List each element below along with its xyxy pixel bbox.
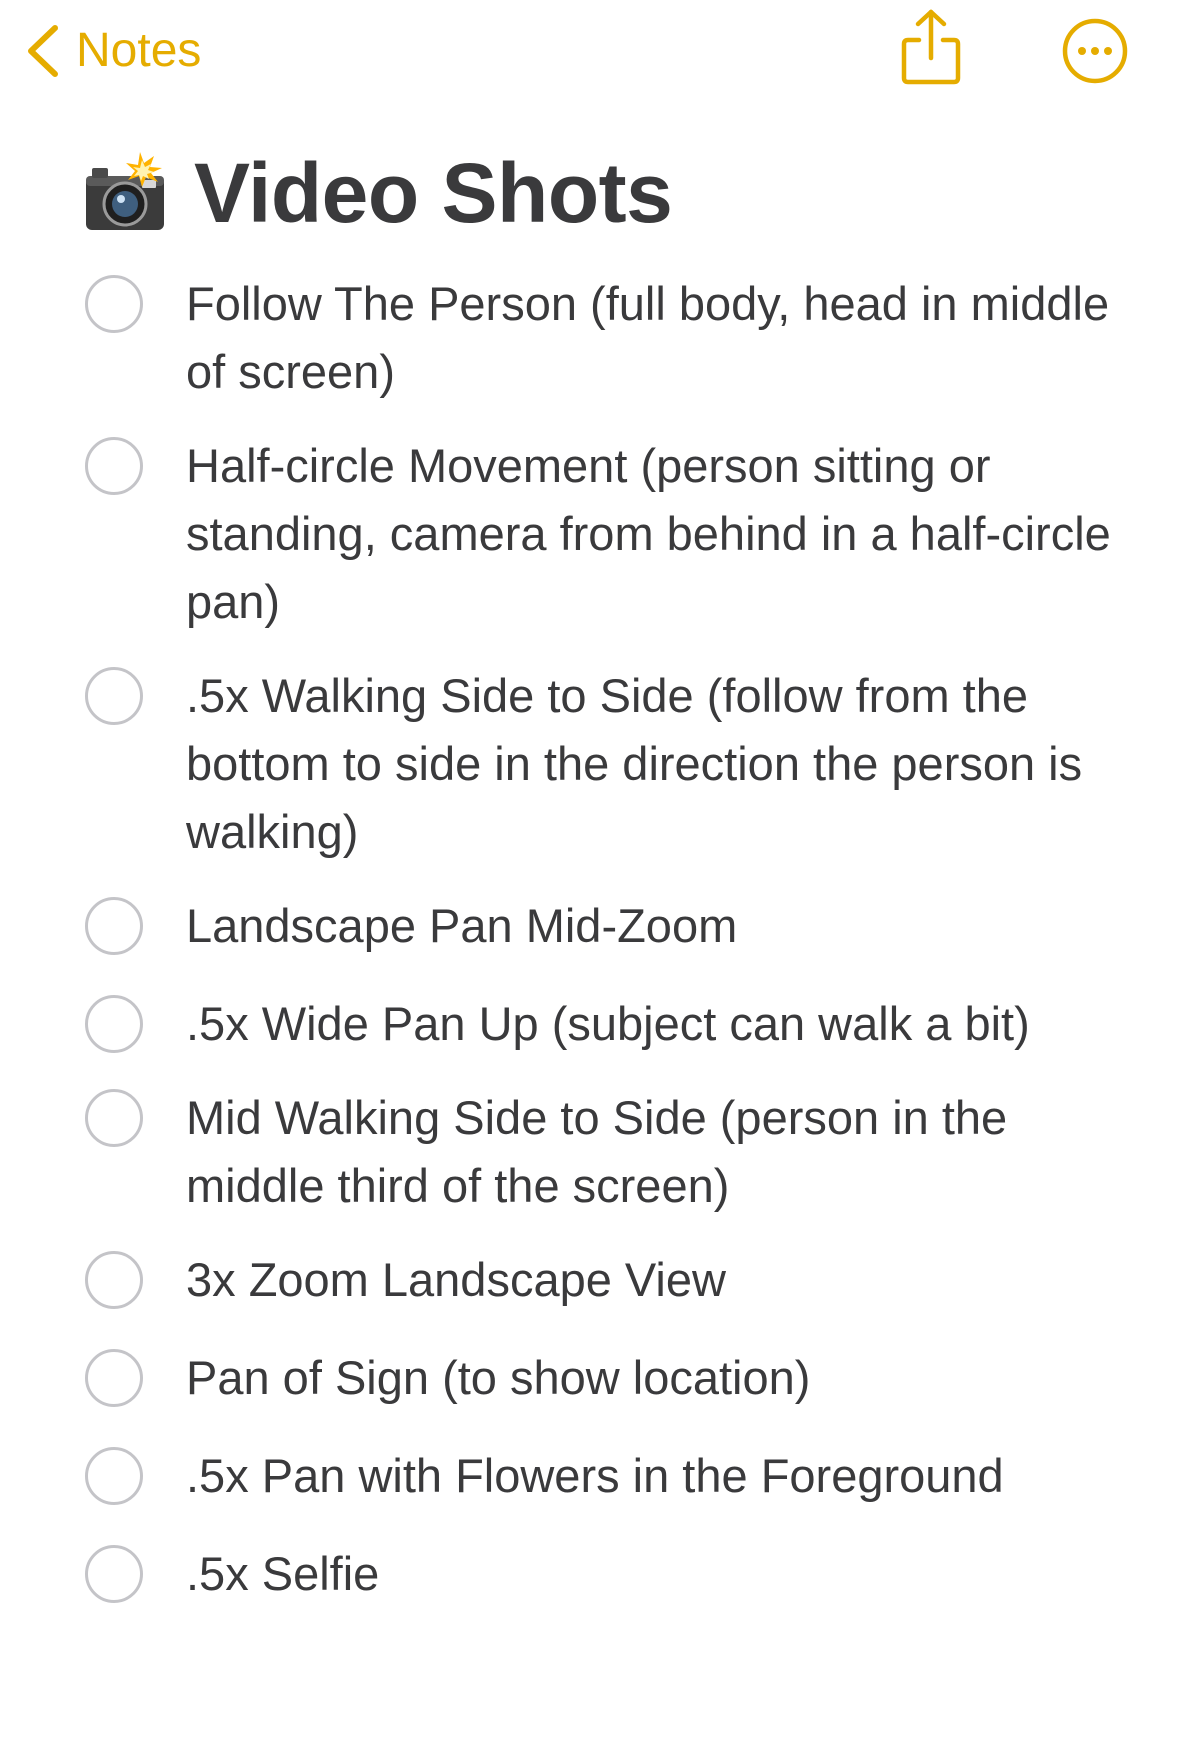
note-title-text[interactable]: Video Shots	[194, 151, 673, 235]
checkbox-circle[interactable]	[85, 1251, 143, 1309]
share-icon	[901, 9, 961, 85]
checklist: Follow The Person (full body, head in mi…	[0, 270, 1179, 1638]
checkbox-circle[interactable]	[85, 275, 143, 333]
checklist-item-text[interactable]: 3x Zoom Landscape View	[186, 1246, 1116, 1314]
checkbox-circle[interactable]	[85, 667, 143, 725]
navigation-bar: Notes	[0, 0, 1179, 110]
checkbox-circle[interactable]	[85, 1089, 143, 1147]
more-button[interactable]	[1061, 17, 1129, 85]
camera-with-flash-emoji	[86, 152, 164, 230]
checkbox-circle[interactable]	[85, 1447, 143, 1505]
checklist-item-text[interactable]: .5x Walking Side to Side (follow from th…	[186, 662, 1116, 866]
checklist-item[interactable]: Pan of Sign (to show location)	[0, 1344, 1179, 1412]
back-label: Notes	[76, 24, 202, 77]
checkbox-circle[interactable]	[85, 995, 143, 1053]
checkbox-circle[interactable]	[85, 1349, 143, 1407]
note-title[interactable]: Video Shots	[82, 140, 673, 246]
checklist-item-text[interactable]: Half-circle Movement (person sitting or …	[186, 432, 1116, 636]
checklist-item[interactable]: Half-circle Movement (person sitting or …	[0, 432, 1179, 636]
share-button[interactable]	[896, 8, 966, 88]
checklist-item[interactable]: Follow The Person (full body, head in mi…	[0, 270, 1179, 406]
chevron-left-icon	[28, 25, 58, 77]
checkbox-circle[interactable]	[85, 437, 143, 495]
checklist-item-text[interactable]: Pan of Sign (to show location)	[186, 1344, 1116, 1412]
checklist-item[interactable]: .5x Pan with Flowers in the Foreground	[0, 1442, 1179, 1510]
checkbox-circle[interactable]	[85, 897, 143, 955]
checklist-item[interactable]: 3x Zoom Landscape View	[0, 1246, 1179, 1314]
checklist-item-text[interactable]: Landscape Pan Mid-Zoom	[186, 892, 1116, 960]
checkbox-circle[interactable]	[85, 1545, 143, 1603]
checklist-item[interactable]: .5x Wide Pan Up (subject can walk a bit)	[0, 990, 1179, 1058]
checklist-item[interactable]: Mid Walking Side to Side (person in the …	[0, 1084, 1179, 1220]
checklist-item-text[interactable]: Mid Walking Side to Side (person in the …	[186, 1084, 1116, 1220]
checklist-item[interactable]: .5x Selfie	[0, 1540, 1179, 1608]
ellipsis-circle-icon	[1062, 18, 1128, 84]
checklist-item-text[interactable]: .5x Pan with Flowers in the Foreground	[186, 1442, 1116, 1510]
checklist-item[interactable]: .5x Walking Side to Side (follow from th…	[0, 662, 1179, 866]
checklist-item[interactable]: Landscape Pan Mid-Zoom	[0, 892, 1179, 960]
back-button[interactable]: Notes	[22, 18, 201, 84]
checklist-item-text[interactable]: Follow The Person (full body, head in mi…	[186, 270, 1116, 406]
checklist-item-text[interactable]: .5x Wide Pan Up (subject can walk a bit)	[186, 990, 1116, 1058]
checklist-item-text[interactable]: .5x Selfie	[186, 1540, 1116, 1608]
